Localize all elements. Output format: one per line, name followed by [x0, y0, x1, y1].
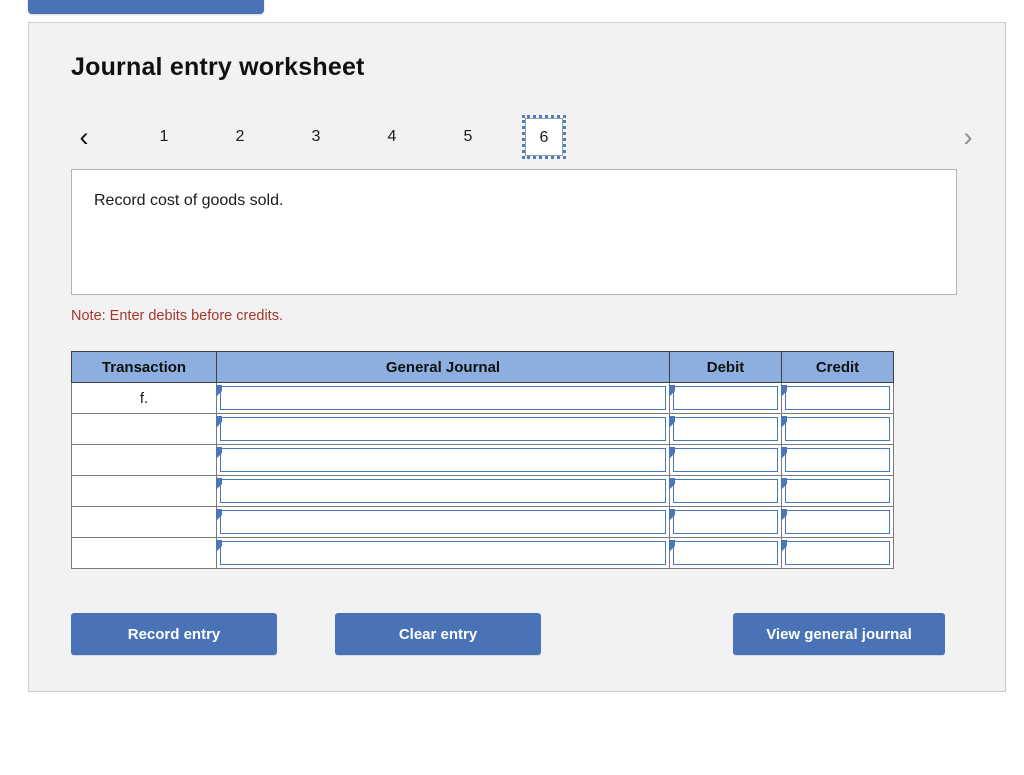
- credit-input-3[interactable]: [781, 447, 890, 472]
- debit-cell-3: [669, 444, 782, 476]
- table-row: [71, 475, 894, 507]
- general-journal-cell-4: [216, 475, 670, 507]
- debit-input-4[interactable]: [669, 478, 778, 503]
- debit-cell-5: [669, 506, 782, 538]
- general-journal-cell-1: [216, 382, 670, 414]
- debit-cell-6: [669, 537, 782, 569]
- credit-input-4[interactable]: [781, 478, 890, 503]
- transaction-label-1: f.: [71, 382, 217, 414]
- table-header-row: Transaction General Journal Debit Credit: [71, 351, 894, 383]
- tab-5[interactable]: 5: [449, 118, 487, 156]
- general-journal-input-2[interactable]: [216, 416, 666, 441]
- general-journal-input-4[interactable]: [216, 478, 666, 503]
- tab-4[interactable]: 4: [373, 118, 411, 156]
- clear-entry-button[interactable]: Clear entry: [335, 613, 541, 655]
- column-header-general-journal: General Journal: [216, 351, 670, 383]
- general-journal-cell-3: [216, 444, 670, 476]
- record-entry-button[interactable]: Record entry: [71, 613, 277, 655]
- tab-1[interactable]: 1: [145, 118, 183, 156]
- chevron-left-icon[interactable]: ‹: [71, 120, 97, 154]
- top-partial-button[interactable]: [28, 0, 264, 14]
- transaction-label-3: [71, 444, 217, 476]
- credit-cell-4: [781, 475, 894, 507]
- credit-input-1[interactable]: [781, 385, 890, 410]
- credit-input-6[interactable]: [781, 540, 890, 565]
- table-row: f.: [71, 382, 894, 414]
- credit-input-2[interactable]: [781, 416, 890, 441]
- debits-before-credits-note: Note: Enter debits before credits.: [71, 308, 283, 324]
- general-journal-input-1[interactable]: [216, 385, 666, 410]
- credit-cell-6: [781, 537, 894, 569]
- tab-6[interactable]: 6: [522, 115, 566, 159]
- screen: Journal entry worksheet ‹ › 1 2 3 4 5 6 …: [0, 0, 1024, 775]
- worksheet-tabstrip: ‹ › 1 2 3 4 5 6: [71, 108, 973, 170]
- tab-3[interactable]: 3: [297, 118, 335, 156]
- view-general-journal-button[interactable]: View general journal: [733, 613, 945, 655]
- debit-input-2[interactable]: [669, 416, 778, 441]
- column-header-transaction: Transaction: [71, 351, 217, 383]
- table-row: [71, 444, 894, 476]
- credit-cell-1: [781, 382, 894, 414]
- transaction-description-text: Record cost of goods sold.: [94, 192, 284, 209]
- table-row: [71, 537, 894, 569]
- credit-cell-2: [781, 413, 894, 445]
- transaction-label-2: [71, 413, 217, 445]
- debit-input-6[interactable]: [669, 540, 778, 565]
- debit-input-3[interactable]: [669, 447, 778, 472]
- column-header-credit: Credit: [781, 351, 894, 383]
- table-row: [71, 413, 894, 445]
- debit-input-5[interactable]: [669, 509, 778, 534]
- credit-cell-5: [781, 506, 894, 538]
- transaction-label-5: [71, 506, 217, 538]
- debit-cell-4: [669, 475, 782, 507]
- tab-2[interactable]: 2: [221, 118, 259, 156]
- page-title: Journal entry worksheet: [71, 53, 365, 81]
- general-journal-input-3[interactable]: [216, 447, 666, 472]
- transaction-label-6: [71, 537, 217, 569]
- table-row: [71, 506, 894, 538]
- chevron-right-icon[interactable]: ›: [955, 120, 981, 154]
- journal-entry-table: Transaction General Journal Debit Credit…: [71, 351, 894, 569]
- general-journal-input-5[interactable]: [216, 509, 666, 534]
- transaction-description-box: Record cost of goods sold.: [71, 169, 957, 295]
- general-journal-cell-6: [216, 537, 670, 569]
- transaction-label-4: [71, 475, 217, 507]
- debit-cell-2: [669, 413, 782, 445]
- debit-cell-1: [669, 382, 782, 414]
- general-journal-input-6[interactable]: [216, 540, 666, 565]
- column-header-debit: Debit: [669, 351, 782, 383]
- general-journal-cell-5: [216, 506, 670, 538]
- debit-input-1[interactable]: [669, 385, 778, 410]
- credit-cell-3: [781, 444, 894, 476]
- general-journal-cell-2: [216, 413, 670, 445]
- credit-input-5[interactable]: [781, 509, 890, 534]
- journal-entry-panel: Journal entry worksheet ‹ › 1 2 3 4 5 6 …: [28, 22, 1006, 692]
